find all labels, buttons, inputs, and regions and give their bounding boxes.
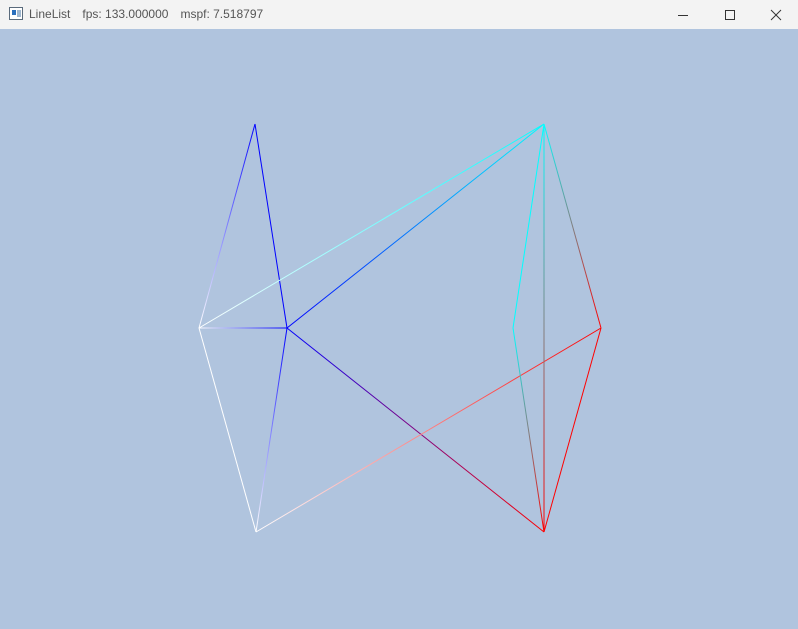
maximize-button[interactable]: [707, 0, 753, 29]
wireframe-edge: [543, 123, 602, 329]
wireframe-edge: [198, 123, 545, 329]
wireframe-edge: [198, 327, 257, 533]
mspf-readout: mspf: 7.518797: [180, 7, 264, 21]
close-button[interactable]: [753, 0, 798, 29]
fps-readout: fps: 133.000000: [82, 7, 169, 21]
app-name: LineList: [29, 7, 71, 21]
wireframe-edge: [255, 327, 288, 533]
window-title: LineList fps: 133.000000 mspf: 7.518797: [29, 6, 275, 22]
wireframe-edge: [255, 327, 602, 533]
minimize-button[interactable]: [660, 0, 706, 29]
title-bar[interactable]: LineList fps: 133.000000 mspf: 7.518797: [0, 0, 798, 29]
render-viewport[interactable]: [0, 29, 798, 629]
wireframe-edge: [512, 123, 545, 329]
minimize-icon: [678, 14, 688, 16]
wireframe-edge: [512, 327, 545, 533]
maximize-icon: [725, 9, 735, 20]
close-icon: [770, 9, 782, 20]
wireframe-scene: [198, 123, 602, 533]
wireframe-edge: [254, 123, 288, 329]
app-window: LineList fps: 133.000000 mspf: 7.518797: [0, 0, 798, 629]
wireframe-edge: [286, 123, 545, 329]
wireframe-edge: [543, 327, 602, 533]
wireframe-edge: [286, 327, 545, 533]
app-icon: [9, 7, 23, 20]
wireframe-edge: [198, 123, 256, 329]
